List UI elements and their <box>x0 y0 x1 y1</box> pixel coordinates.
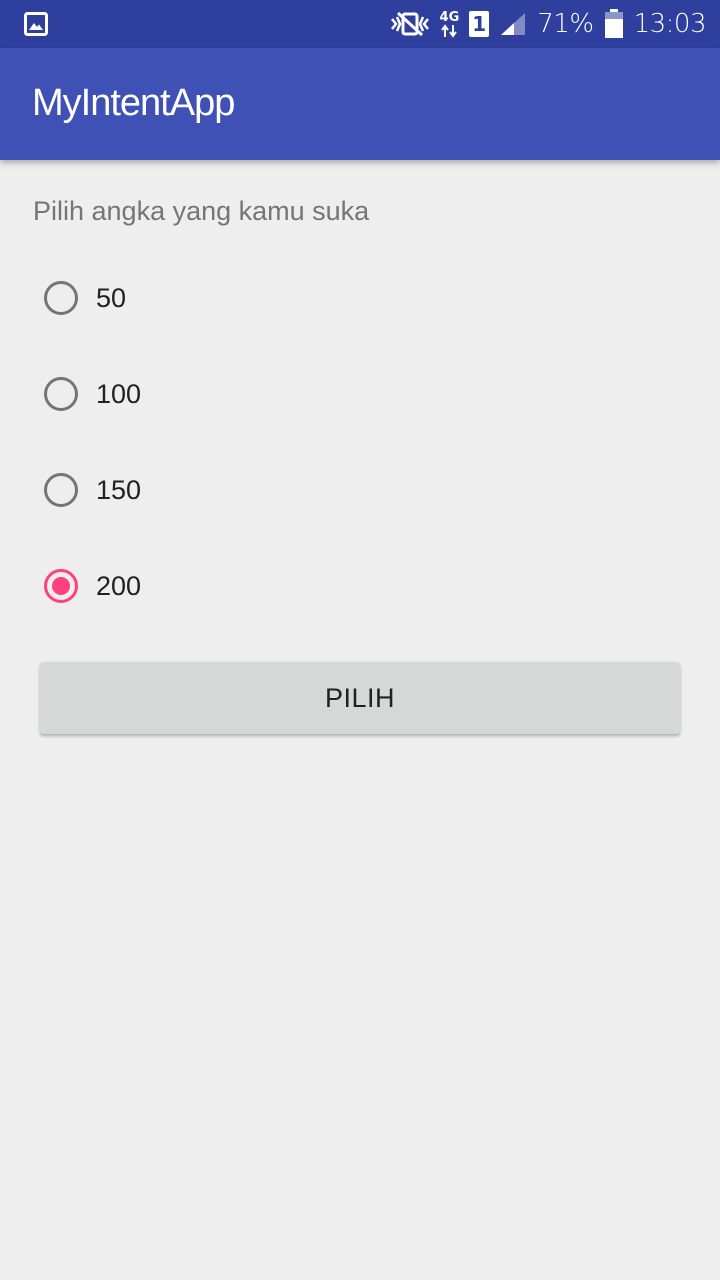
radio-button[interactable] <box>44 569 78 603</box>
sim-label: 1 <box>469 11 490 37</box>
status-icons: 4G 1 71% 13:03 <box>390 0 707 48</box>
radio-option-150[interactable]: 150 <box>40 442 680 538</box>
gallery-icon <box>24 12 48 36</box>
radio-button[interactable] <box>44 377 78 411</box>
radio-label: 100 <box>96 378 142 409</box>
radio-label: 50 <box>96 282 127 313</box>
radio-label: 150 <box>96 474 142 505</box>
app-title: MyIntentApp <box>32 82 235 124</box>
data-arrows-icon <box>441 23 458 38</box>
prompt-label: Pilih angka yang kamu suka <box>33 196 370 226</box>
pick-button[interactable]: PILIH <box>40 662 680 734</box>
radio-label: 200 <box>96 570 142 601</box>
network-type-icon: 4G <box>439 0 460 48</box>
radio-option-50[interactable]: 50 <box>40 250 680 346</box>
sim-icon: 1 <box>469 0 490 48</box>
status-bar: 4G 1 71% 13:03 <box>0 0 720 48</box>
vibrate-icon <box>390 0 430 48</box>
screen: 4G 1 71% 13:03 MyIntentApp Pilih angka y… <box>0 0 720 1280</box>
radio-button[interactable] <box>44 281 78 315</box>
battery-icon <box>604 0 624 48</box>
network-label: 4G <box>439 9 460 25</box>
clock: 13:03 <box>633 9 707 39</box>
radio-button[interactable] <box>44 473 78 507</box>
app-bar: MyIntentApp <box>0 48 720 160</box>
radio-option-100[interactable]: 100 <box>40 346 680 442</box>
battery-percent: 71% <box>537 9 594 39</box>
signal-icon <box>499 0 527 48</box>
radio-option-200[interactable]: 200 <box>40 538 680 634</box>
number-radio-group: 50 100 150 200 <box>40 250 680 634</box>
